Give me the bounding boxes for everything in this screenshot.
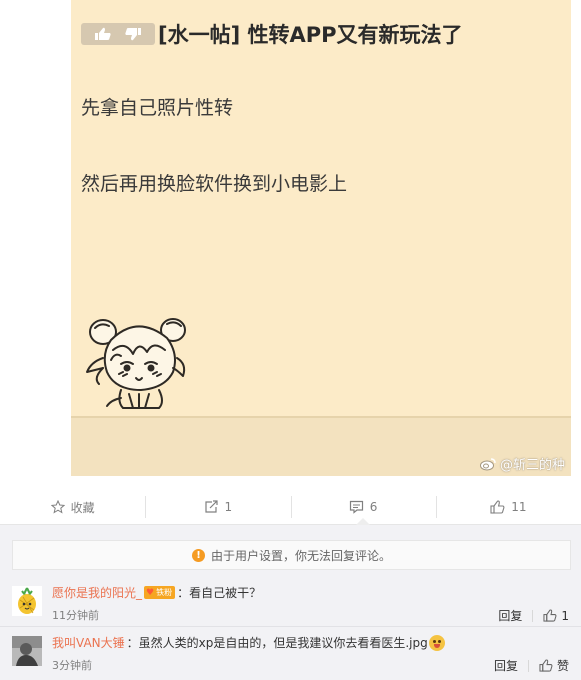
like-count: 11 [511, 500, 527, 514]
thumbs-down-icon [125, 28, 141, 41]
divider [532, 609, 534, 622]
post-text-line-1: 先拿自己照片性转 [81, 97, 234, 119]
reply-button[interactable]: 回复 [494, 657, 528, 674]
weibo-logo-icon [479, 457, 496, 470]
comment-timestamp: 3分钟前 [52, 659, 92, 672]
comment-timestamp: 11分钟前 [52, 609, 99, 622]
notice-text: 由于用户设置，你无法回复评论。 [210, 548, 391, 563]
comment-item: 我叫VAN大锤 ：虽然人类的xp是自由的，但是我建议你去看看医生.jpg 3分钟… [0, 632, 581, 680]
comment-username[interactable]: 愿你是我的阳光_ [52, 584, 142, 601]
fan-badge-label: 铁粉 [156, 588, 173, 597]
repost-icon [204, 500, 218, 513]
fan-badge: ♥ 铁粉 [144, 586, 176, 599]
warning-icon: ! [191, 548, 205, 562]
thumbs-up-outline-icon [490, 500, 505, 514]
post-image[interactable]: [水一帖] 性转APP又有新玩法了 先拿自己照片性转 然后再用换脸软件换到小电影… [71, 0, 571, 476]
repost-count: 1 [224, 500, 233, 514]
comment-text: ：看自己被干？ [177, 586, 262, 600]
reply-disabled-notice: ! 由于用户设置，你无法回复评论。 [12, 540, 571, 570]
comment-button[interactable]: 6 [290, 490, 436, 524]
post-action-bar: 收藏 1 6 11 [0, 490, 581, 525]
heart-icon: ♥ [146, 587, 155, 598]
avatar[interactable] [12, 586, 42, 616]
comment-text: ：虽然人类的xp是自由的，但是我建议你去看看医生.jpg [126, 636, 428, 650]
comment-like-label: 赞 [556, 659, 569, 673]
post-title: [水一帖] 性转APP又有新玩法了 [158, 23, 463, 47]
user-photo-avatar-icon [12, 636, 42, 666]
comment-actions: 回复 赞 [494, 657, 569, 674]
pineapple-avatar-icon [18, 587, 36, 614]
divider [527, 659, 529, 672]
reply-button[interactable]: 回复 [498, 607, 532, 624]
favorite-label: 收藏 [70, 500, 95, 515]
comment-section: ! 由于用户设置，你无法回复评论。 愿你是我的阳光_ ♥铁粉 ：看自己被干？ [0, 525, 581, 680]
comment-icon [349, 500, 363, 514]
chibi-girl-sketch [86, 318, 186, 409]
weibo-watermark: @斩三的种 [479, 454, 565, 473]
comment-username[interactable]: 我叫VAN大锤 [52, 634, 125, 651]
emoji-icon [428, 634, 445, 651]
thumb-badge [81, 23, 155, 45]
star-icon [50, 500, 65, 514]
comment-content: 我叫VAN大锤 ：虽然人类的xp是自由的，但是我建议你去看看医生.jpg [52, 634, 445, 651]
thumbs-up-outline-icon [539, 659, 553, 672]
comment-count: 6 [369, 500, 378, 514]
thumbs-up-outline-icon [543, 609, 557, 622]
comment-content: 愿你是我的阳光_ ♥ 铁粉 ：看自己被干？ [52, 584, 261, 601]
comment-item: 愿你是我的阳光_ ♥ 铁粉 ：看自己被干？ 11分钟前 回复 1 [0, 582, 581, 627]
repost-button[interactable]: 1 [145, 490, 290, 524]
thumbs-up-icon [95, 27, 111, 40]
avatar[interactable] [12, 636, 42, 666]
watermark-text: @斩三的种 [499, 458, 565, 473]
comment-like-button[interactable]: 赞 [539, 657, 569, 674]
weibo-post-page: [水一帖] 性转APP又有新玩法了 先拿自己照片性转 然后再用换脸软件换到小电影… [0, 0, 581, 680]
post-text-line-2: 然后再用换脸软件换到小电影上 [81, 173, 348, 195]
favorite-button[interactable]: 收藏 [0, 490, 145, 524]
like-button[interactable]: 11 [435, 490, 581, 524]
comment-actions: 回复 1 [498, 607, 569, 624]
comment-like-label: 1 [561, 608, 569, 623]
comment-like-button[interactable]: 1 [543, 609, 569, 623]
